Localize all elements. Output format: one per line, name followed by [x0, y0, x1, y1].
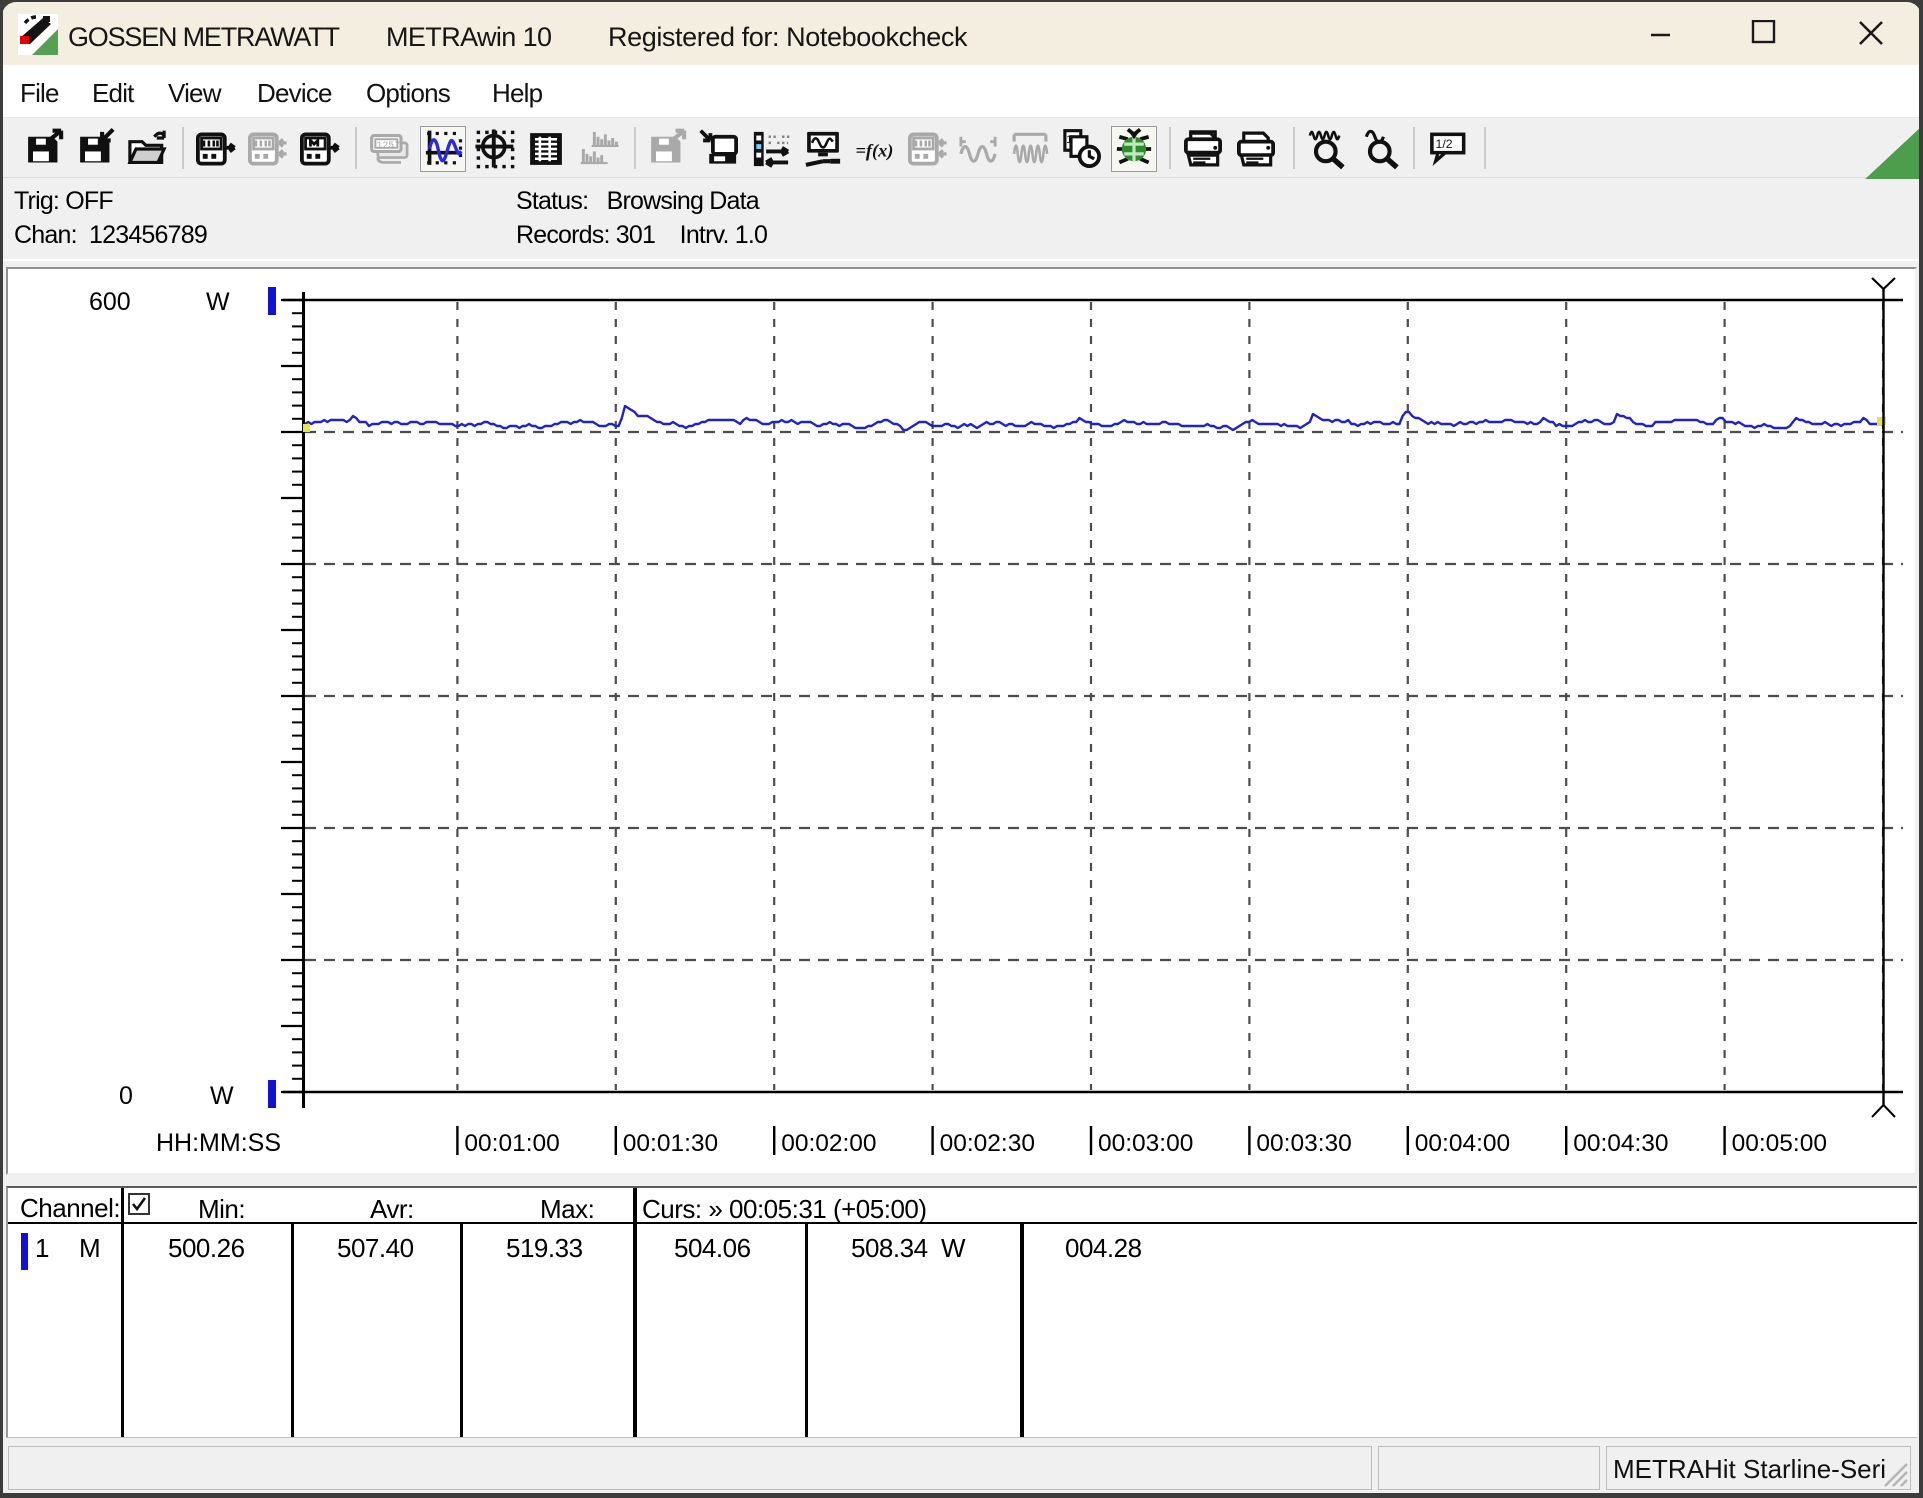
- svg-text:W: W: [210, 1082, 234, 1110]
- svg-text:00:05:00: 00:05:00: [1732, 1130, 1827, 1157]
- svg-text:600: 600: [89, 288, 131, 316]
- svg-text:00:03:00: 00:03:00: [1098, 1130, 1193, 1157]
- svg-text:00:01:30: 00:01:30: [623, 1130, 718, 1157]
- svg-text:W: W: [206, 288, 230, 316]
- svg-text:00:02:00: 00:02:00: [781, 1130, 876, 1157]
- svg-text:00:01:00: 00:01:00: [464, 1130, 559, 1157]
- svg-text:00:04:00: 00:04:00: [1415, 1130, 1510, 1157]
- svg-text:HH:MM:SS: HH:MM:SS: [156, 1129, 281, 1157]
- svg-text:00:04:30: 00:04:30: [1573, 1130, 1668, 1157]
- svg-text:00:03:30: 00:03:30: [1256, 1130, 1351, 1157]
- svg-text:0: 0: [119, 1082, 133, 1110]
- svg-text:00:02:30: 00:02:30: [940, 1130, 1035, 1157]
